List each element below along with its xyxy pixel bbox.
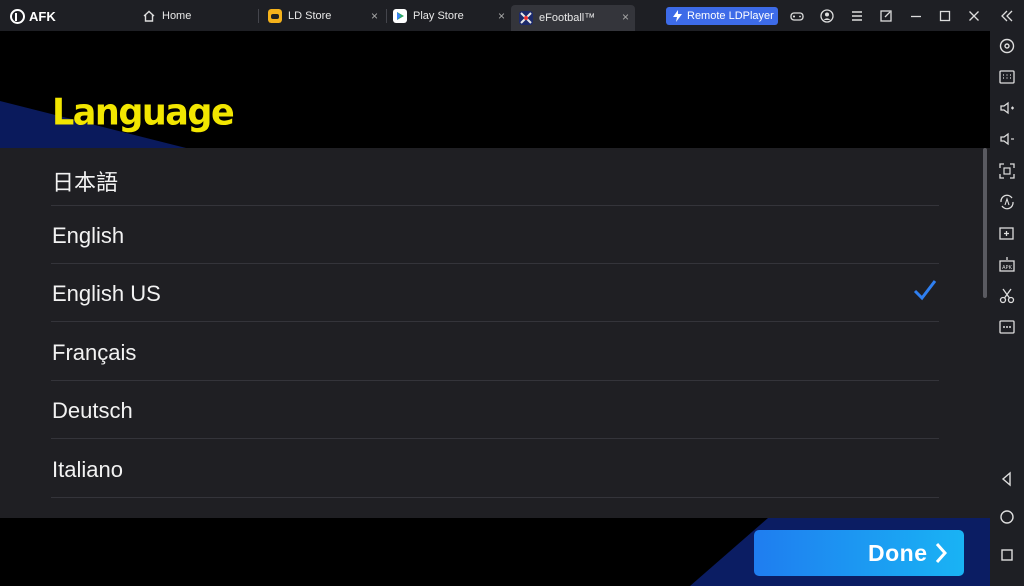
maximize-icon[interactable] [937,8,953,24]
remote-label: Remote LDPlayer [687,10,774,22]
tab-home[interactable]: Home [142,4,252,28]
menu-icon[interactable] [849,8,865,24]
settings-icon[interactable] [998,37,1016,55]
language-label: English US [52,281,161,306]
sync-icon[interactable] [998,193,1016,211]
volume-up-icon[interactable] [998,99,1016,117]
language-label: English [52,223,125,248]
language-item[interactable]: Français [51,323,939,381]
more-icon[interactable] [998,318,1016,336]
language-list[interactable]: 日本語 English English US Français Deutsch … [0,148,990,518]
account-icon[interactable] [819,8,835,24]
tab-efootball[interactable]: eFootball™ × [511,5,635,31]
svg-text:APK: APK [1002,265,1012,271]
language-item[interactable]: English [51,206,939,264]
add-window-icon[interactable] [998,224,1016,242]
tab-label: LD Store [288,10,332,22]
home-icon [143,10,155,22]
page-title: Language [52,92,235,134]
tab-ld-store[interactable]: LD Store × [268,4,384,28]
remote-ldplayer-button[interactable]: Remote LDPlayer [666,7,778,25]
tab-label: eFootball™ [539,12,596,24]
done-button[interactable]: Done [754,530,964,576]
language-item[interactable]: 日本語 [51,148,939,206]
title-bar: AFK Home LD Store × Play Store × eFootba… [0,0,1024,31]
game-viewport: Language 日本語 English English US Français… [0,31,990,586]
lightning-icon [673,10,682,22]
logo-text: AFK [29,8,56,24]
language-item-selected[interactable]: English US [51,264,939,322]
keyboard-icon[interactable] [998,68,1016,86]
efootball-icon [519,11,533,25]
chevron-right-icon [935,543,948,563]
ldplayer-logo-icon [10,8,25,24]
language-item[interactable]: Italiano [51,440,939,498]
right-sidebar: APK [990,31,1024,586]
controller-icon[interactable] [789,8,805,24]
tab-separator [258,9,259,23]
list-scrollbar[interactable] [983,148,987,298]
language-label: Français [52,340,137,365]
done-label: Done [868,540,928,566]
tab-play-store[interactable]: Play Store × [393,4,511,28]
volume-down-icon[interactable] [998,130,1016,148]
tab-label: Play Store [413,10,464,22]
minimize-icon[interactable] [908,8,924,24]
collapse-icon[interactable] [999,8,1015,24]
fullscreen-icon[interactable] [998,162,1016,180]
back-icon[interactable] [998,470,1016,488]
checkmark-icon [913,280,937,301]
language-label: Italiano [52,457,123,482]
scissors-icon[interactable] [998,287,1016,305]
popout-icon[interactable] [878,8,894,24]
app-logo[interactable]: AFK [10,7,56,25]
recents-icon[interactable] [998,546,1016,564]
language-label: Deutsch [52,398,133,423]
tab-close-icon[interactable]: × [498,9,505,23]
gamepad-icon [268,9,282,23]
close-icon[interactable] [966,8,982,24]
apk-icon[interactable]: APK [998,256,1016,274]
language-item[interactable]: Deutsch [51,381,939,439]
tab-label: Home [162,10,192,22]
play-store-icon [393,9,407,23]
tab-close-icon[interactable]: × [371,9,378,23]
language-label: 日本語 [52,170,119,195]
home-circle-icon[interactable] [998,508,1016,526]
tab-close-icon[interactable]: × [622,10,629,24]
tab-separator [386,9,387,23]
